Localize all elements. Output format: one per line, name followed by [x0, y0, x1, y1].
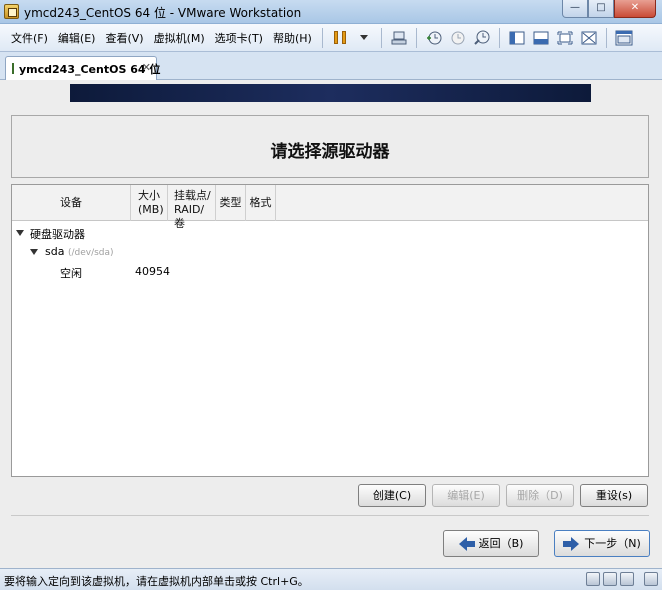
menu-help[interactable]: 帮助(H): [268, 30, 317, 46]
dropdown-arrow-icon[interactable]: [353, 27, 375, 49]
close-button[interactable]: ✕: [614, 0, 656, 18]
heading-panel: 请选择源驱动器: [11, 115, 649, 178]
unity-icon[interactable]: [578, 27, 600, 49]
toolbar-separator: [605, 27, 607, 48]
menu-file[interactable]: 文件(F): [6, 30, 53, 46]
column-size[interactable]: 大小 (MB): [131, 185, 168, 221]
column-mount-point[interactable]: 挂载点/RAID/卷: [168, 185, 216, 230]
status-message: 要将输入定向到该虚拟机，请在虚拟机内部单击或按 Ctrl+G。: [4, 575, 309, 588]
toolbar-separator: [380, 27, 382, 48]
vmware-app-icon: [4, 4, 19, 19]
create-button[interactable]: 创建(C): [358, 484, 426, 507]
expand-triangle-icon[interactable]: [16, 230, 24, 236]
next-button[interactable]: 下一步（N): [554, 530, 650, 557]
free-space-size: 40954: [135, 265, 170, 278]
menu-bar: 文件(F) 编辑(E) 查看(V) 虚拟机(M) 选项卡(T) 帮助(H): [0, 24, 662, 52]
table-row-hard-drives[interactable]: 硬盘驱动器: [12, 223, 648, 243]
installer-banner: [70, 84, 591, 102]
drive-table[interactable]: 设备 大小 (MB) 挂载点/RAID/卷 类型 格式 硬盘驱动器 sda (/d…: [11, 184, 649, 477]
back-button-label: 返回（B): [478, 537, 524, 550]
arrow-left-icon-tail: [466, 540, 475, 547]
tab-bar: ymcd243_CentOS 64 位 ✕: [0, 52, 662, 80]
fullscreen-icon[interactable]: [554, 27, 576, 49]
status-bar: 要将输入定向到该虚拟机，请在虚拟机内部单击或按 Ctrl+G。: [0, 568, 662, 590]
status-device-icons: [583, 572, 658, 586]
console-view-icon[interactable]: [613, 27, 635, 49]
edit-button[interactable]: 编辑(E): [432, 484, 500, 507]
arrow-left-icon: [458, 536, 467, 551]
page-title: 请选择源驱动器: [270, 142, 390, 162]
resize-grip-icon[interactable]: [644, 572, 658, 586]
maximize-button[interactable]: □: [588, 0, 614, 18]
sda-label: sda (/dev/sda): [45, 245, 114, 258]
delete-button[interactable]: 删除（D): [506, 484, 574, 507]
send-ctrl-alt-del-icon[interactable]: [388, 27, 410, 49]
free-space-label: 空闲: [60, 267, 82, 280]
tab-vm-ymcd243[interactable]: ymcd243_CentOS 64 位 ✕: [5, 56, 161, 80]
toolbar-separator: [321, 27, 323, 48]
guest-screen[interactable]: 请选择源驱动器 设备 大小 (MB) 挂载点/RAID/卷 类型 格式 硬盘驱动器…: [0, 80, 662, 568]
next-button-label: 下一步（N): [584, 537, 641, 550]
sda-path: (/dev/sda): [67, 248, 114, 258]
toolbar-separator: [498, 27, 500, 48]
arrow-right-icon: [571, 536, 580, 551]
snapshot-revert-icon[interactable]: [447, 27, 469, 49]
reset-button[interactable]: 重设(s): [580, 484, 648, 507]
hard-disk-icon[interactable]: [586, 572, 600, 586]
button-divider: [11, 515, 649, 516]
table-row-sda[interactable]: sda (/dev/sda): [12, 242, 648, 262]
pause-icon[interactable]: [329, 27, 351, 49]
back-button[interactable]: 返回（B): [443, 530, 539, 557]
network-adapter-icon[interactable]: [620, 572, 634, 586]
drive-table-header: 设备 大小 (MB) 挂载点/RAID/卷 类型 格式: [12, 185, 648, 230]
arrow-right-icon-tail: [563, 540, 572, 547]
toolbar-separator: [415, 27, 417, 48]
menu-tabs[interactable]: 选项卡(T): [210, 30, 268, 46]
column-format[interactable]: 格式: [246, 185, 276, 221]
thumbnail-bar-icon[interactable]: [530, 27, 552, 49]
sidebar-toggle-icon[interactable]: [506, 27, 528, 49]
tab-label: ymcd243_CentOS 64 位: [19, 62, 161, 76]
minimize-button[interactable]: —: [562, 0, 588, 18]
snapshot-take-icon[interactable]: [423, 27, 445, 49]
window-controls: — □ ✕: [562, 0, 656, 18]
window-title: ymcd243_CentOS 64 位 - VMware Workstation: [24, 6, 302, 20]
vm-tab-icon: [12, 63, 14, 74]
column-device[interactable]: 设备: [12, 185, 131, 221]
snapshot-manager-icon[interactable]: [471, 27, 493, 49]
cd-rom-icon[interactable]: [603, 572, 617, 586]
hard-drives-label: 硬盘驱动器: [30, 228, 85, 241]
tab-close-icon[interactable]: ✕: [142, 61, 151, 74]
menu-vm[interactable]: 虚拟机(M): [149, 30, 210, 46]
expand-triangle-icon[interactable]: [30, 249, 38, 255]
title-bar: ymcd243_CentOS 64 位 - VMware Workstation…: [0, 0, 662, 24]
menu-view[interactable]: 查看(V): [100, 30, 148, 46]
column-type[interactable]: 类型: [216, 185, 246, 221]
table-row-free[interactable]: 空闲 40954: [12, 262, 648, 282]
menu-edit[interactable]: 编辑(E): [53, 30, 101, 46]
